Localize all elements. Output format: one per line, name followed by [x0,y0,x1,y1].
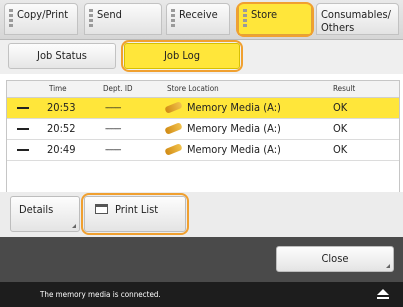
eject-media-icon[interactable] [377,289,389,301]
tab-copy-print[interactable]: Copy/Print [4,3,78,35]
row-dept-id: -------- [105,145,121,155]
function-tab-bar: Copy/Print Send Receive Store Consumable… [0,0,403,40]
row-time: 20:53 [47,101,76,114]
details-button[interactable]: Details [10,196,80,232]
memory-media-icon [164,122,183,135]
column-header-dept-id: Dept. ID [103,84,133,93]
tab-label: Receive [179,8,218,21]
tab-label: Copy/Print [17,8,69,21]
tab-label-line2: Others [321,21,355,34]
column-header-result: Result [333,84,356,93]
tab-marker-icon [171,9,175,29]
table-row[interactable]: 20:53 -------- Memory Media (A:) OK [7,98,399,119]
row-store-location: Memory Media (A:) [187,143,281,156]
status-bar: The memory media is connected. [0,282,403,307]
row-dept-id: -------- [105,124,121,134]
details-button-label: Details [19,203,54,216]
row-store-location: Memory Media (A:) [187,101,281,114]
tab-job-log[interactable]: Job Log [121,40,243,72]
print-list-icon [95,204,108,214]
memory-media-icon [164,143,183,156]
tab-marker-icon [9,9,13,29]
tab-label: Send [97,8,122,21]
row-result: OK [333,101,348,114]
close-button-label: Close [321,252,349,265]
column-header-time: Time [49,84,67,93]
table-header: Time Dept. ID Store Location Result [7,81,399,98]
tab-marker-icon [89,9,93,29]
row-result: OK [333,122,348,135]
print-list-label: Print List [115,203,159,216]
print-list-button[interactable]: Print List [81,193,189,235]
tab-job-status[interactable]: Job Status [8,43,116,69]
tab-marker-icon [243,9,247,29]
tab-consumables-others[interactable]: Consumables/ Others [316,3,399,35]
status-message: The memory media is connected. [40,290,161,299]
column-header-store-location: Store Location [167,84,219,93]
memory-media-icon [164,101,183,114]
table-row[interactable]: 20:49 -------- Memory Media (A:) OK [7,140,399,161]
job-type-icon [17,128,29,130]
tab-label: Store [251,8,278,21]
job-log-table: Time Dept. ID Store Location Result 20:5… [6,80,400,194]
row-result: OK [333,143,348,156]
job-type-icon [17,149,29,151]
row-time: 20:49 [47,143,76,156]
row-store-location: Memory Media (A:) [187,122,281,135]
tab-label-line1: Consumables/ [321,8,391,21]
table-row[interactable]: 20:52 -------- Memory Media (A:) OK [7,119,399,140]
job-type-icon [17,107,29,109]
tab-send[interactable]: Send [84,3,162,35]
tab-receive[interactable]: Receive [166,3,230,35]
sub-tab-bar: Job Status Job Log [0,40,403,74]
row-dept-id: -------- [105,103,121,113]
tab-job-log-label: Job Log [163,49,201,62]
row-time: 20:52 [47,122,76,135]
tab-store[interactable]: Store [236,2,314,37]
tab-job-status-label: Job Status [37,49,87,62]
close-button[interactable]: Close [276,246,394,272]
